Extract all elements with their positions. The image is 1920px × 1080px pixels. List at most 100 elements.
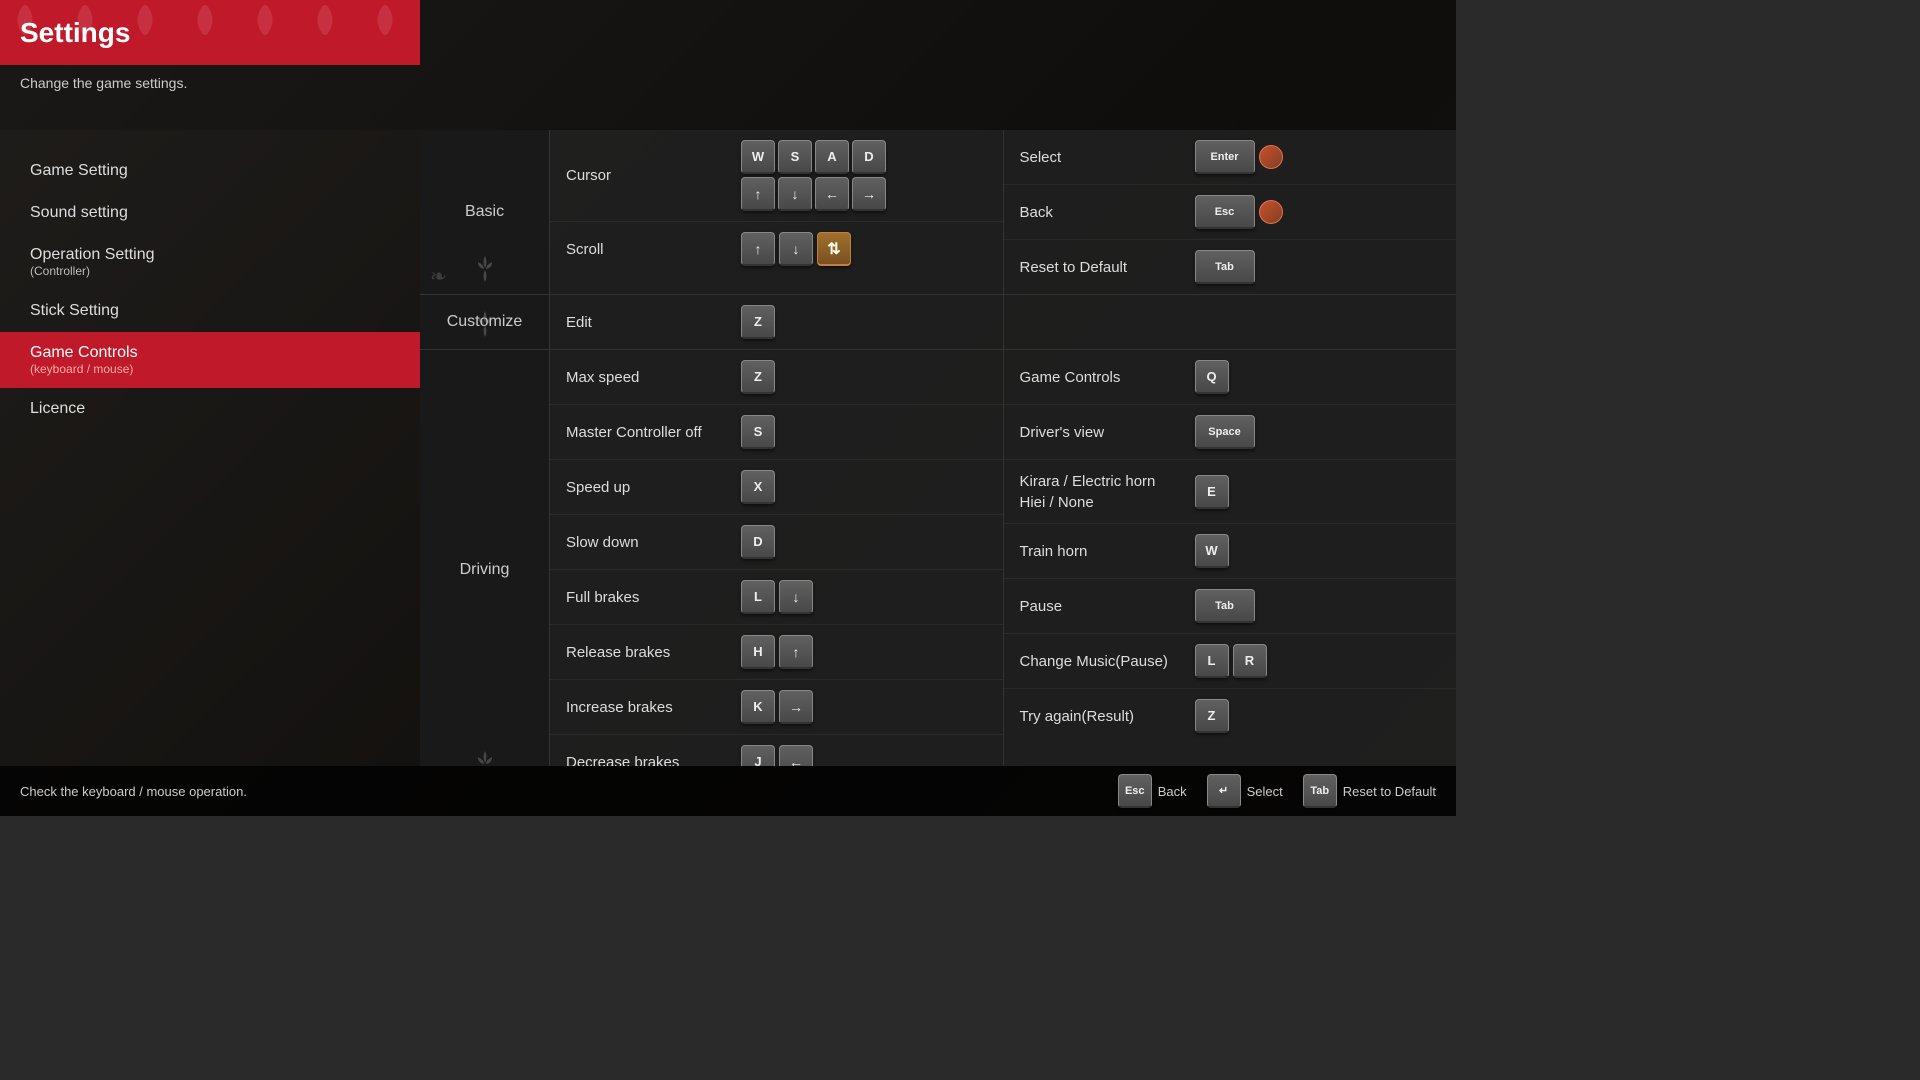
key-space: Space — [1195, 415, 1255, 449]
pause-label: Pause — [1020, 598, 1195, 615]
try-again-keys: Z — [1195, 699, 1229, 733]
master-off-label: Master Controller off — [566, 424, 741, 441]
reset-label: Reset to Default — [1020, 259, 1195, 276]
master-off-keys: S — [741, 415, 775, 449]
key-up-release: ↑ — [779, 635, 813, 669]
basic-section: Basic ❧ Cursor W S A — [420, 130, 1456, 295]
scroll-row: Scroll ↑ ↓ ⇅ — [550, 222, 1003, 276]
cursor-keys: W S A D ↑ ↓ ← → — [741, 140, 886, 211]
scroll-label: Scroll — [566, 241, 741, 258]
edit-keys: Z — [741, 305, 775, 339]
key-tab-reset: Tab — [1195, 250, 1255, 284]
sidebar-item-game-setting[interactable]: Game Setting — [0, 150, 420, 192]
cursor-row: Cursor W S A D ↑ — [550, 130, 1003, 222]
back-label: Back — [1020, 204, 1195, 221]
status-reset-action[interactable]: Tab Reset to Default — [1303, 774, 1436, 808]
key-j-dec: J — [741, 745, 775, 766]
key-q-gc: Q — [1195, 360, 1229, 394]
back-row: Back Esc — [1004, 185, 1457, 240]
release-brakes-label: Release brakes — [566, 644, 741, 661]
content-panel: Basic ❧ Cursor W S A — [420, 130, 1456, 766]
release-brakes-keys: H ↑ — [741, 635, 813, 669]
edit-label: Edit — [566, 314, 741, 331]
pause-row: Pause Tab — [1004, 579, 1457, 634]
customize-left: Edit Z — [550, 295, 1004, 349]
basic-left-controls: Cursor W S A D ↑ — [550, 130, 1004, 294]
increase-brakes-row: Increase brakes K → — [550, 680, 1003, 735]
game-controls-right-keys: Q — [1195, 360, 1229, 394]
key-scroll-down: ↓ — [779, 232, 813, 266]
edit-row: Edit Z — [550, 295, 1003, 349]
electric-horn-keys: E — [1195, 475, 1229, 509]
driving-section: Driving ❧ Max speed Z Master Controller … — [420, 350, 1456, 766]
driving-left: Max speed Z Master Controller off S Spee… — [550, 350, 1004, 766]
customize-section: Customize Edit Z — [420, 295, 1456, 350]
full-brakes-keys: L ↓ — [741, 580, 813, 614]
reset-keys: Tab — [1195, 250, 1255, 284]
drivers-view-keys: Space — [1195, 415, 1255, 449]
basic-section-content: Cursor W S A D ↑ — [550, 130, 1456, 294]
drivers-view-label: Driver's view — [1020, 424, 1195, 441]
train-horn-keys: W — [1195, 534, 1229, 568]
status-reset-label: Reset to Default — [1343, 784, 1436, 799]
controller-icon — [1259, 145, 1283, 169]
sidebar: Game Setting Sound setting Operation Set… — [0, 130, 420, 766]
key-scroll-up: ↑ — [741, 232, 775, 266]
max-speed-row: Max speed Z — [550, 350, 1003, 405]
sidebar-item-stick-setting[interactable]: Stick Setting — [0, 290, 420, 332]
key-z-edit: Z — [741, 305, 775, 339]
train-horn-row: Train horn W — [1004, 524, 1457, 579]
train-horn-label: Train horn — [1020, 543, 1195, 560]
key-l-full: L — [741, 580, 775, 614]
increase-brakes-keys: K → — [741, 690, 813, 724]
status-bar-text: Check the keyboard / mouse operation. — [20, 784, 1118, 799]
key-r-music: R — [1233, 644, 1267, 678]
key-d: D — [852, 140, 886, 174]
key-h-release: H — [741, 635, 775, 669]
speed-up-row: Speed up X — [550, 460, 1003, 515]
header-title-bar: Settings — [0, 0, 420, 65]
basic-section-label: Basic ❧ — [420, 130, 550, 294]
key-right-inc: → — [779, 690, 813, 724]
status-bar: Check the keyboard / mouse operation. Es… — [0, 766, 1456, 816]
sidebar-item-licence[interactable]: Licence — [0, 388, 420, 430]
change-music-keys: L R — [1195, 644, 1267, 678]
key-w-horn: W — [1195, 534, 1229, 568]
key-enter: Enter — [1195, 140, 1255, 174]
sidebar-item-operation-setting[interactable]: Operation Setting (Controller) — [0, 234, 420, 290]
key-z-try: Z — [1195, 699, 1229, 733]
controller-back-icon — [1259, 200, 1283, 224]
key-k-inc: K — [741, 690, 775, 724]
key-z-max: Z — [741, 360, 775, 394]
status-back-action[interactable]: Esc Back — [1118, 774, 1187, 808]
speed-up-keys: X — [741, 470, 775, 504]
leaf-decoration-driving: ❧ — [430, 759, 447, 766]
speed-up-label: Speed up — [566, 479, 741, 496]
key-s-master: S — [741, 415, 775, 449]
key-tab-pause: Tab — [1195, 589, 1255, 623]
driving-section-label: Driving ❧ — [420, 350, 550, 766]
status-back-label: Back — [1158, 784, 1187, 799]
key-enter-status: ↵ — [1207, 774, 1241, 808]
decrease-brakes-row: Decrease brakes J ← — [550, 735, 1003, 766]
sidebar-item-game-controls[interactable]: Game Controls (keyboard / mouse) — [0, 332, 420, 388]
select-label: Select — [1020, 149, 1195, 166]
decrease-brakes-label: Decrease brakes — [566, 754, 741, 767]
master-off-row: Master Controller off S — [550, 405, 1003, 460]
drivers-view-row: Driver's view Space — [1004, 405, 1457, 460]
select-row: Select Enter — [1004, 130, 1457, 185]
key-esc-status: Esc — [1118, 774, 1152, 808]
customize-section-content: Edit Z — [550, 295, 1456, 349]
sidebar-item-sound-setting[interactable]: Sound setting — [0, 192, 420, 234]
key-down-full: ↓ — [779, 580, 813, 614]
header: Settings Change the game settings. — [0, 0, 1456, 130]
full-brakes-label: Full brakes — [566, 589, 741, 606]
leaf-decoration: ❧ — [430, 264, 447, 289]
reset-row: Reset to Default Tab — [1004, 240, 1457, 294]
status-select-action[interactable]: ↵ Select — [1207, 774, 1283, 808]
max-speed-keys: Z — [741, 360, 775, 394]
main-layout: Game Setting Sound setting Operation Set… — [0, 130, 1456, 766]
key-left: ← — [815, 177, 849, 211]
cursor-wasd-group: W S A D ↑ ↓ ← → — [741, 140, 886, 211]
customize-section-label: Customize — [420, 295, 550, 349]
